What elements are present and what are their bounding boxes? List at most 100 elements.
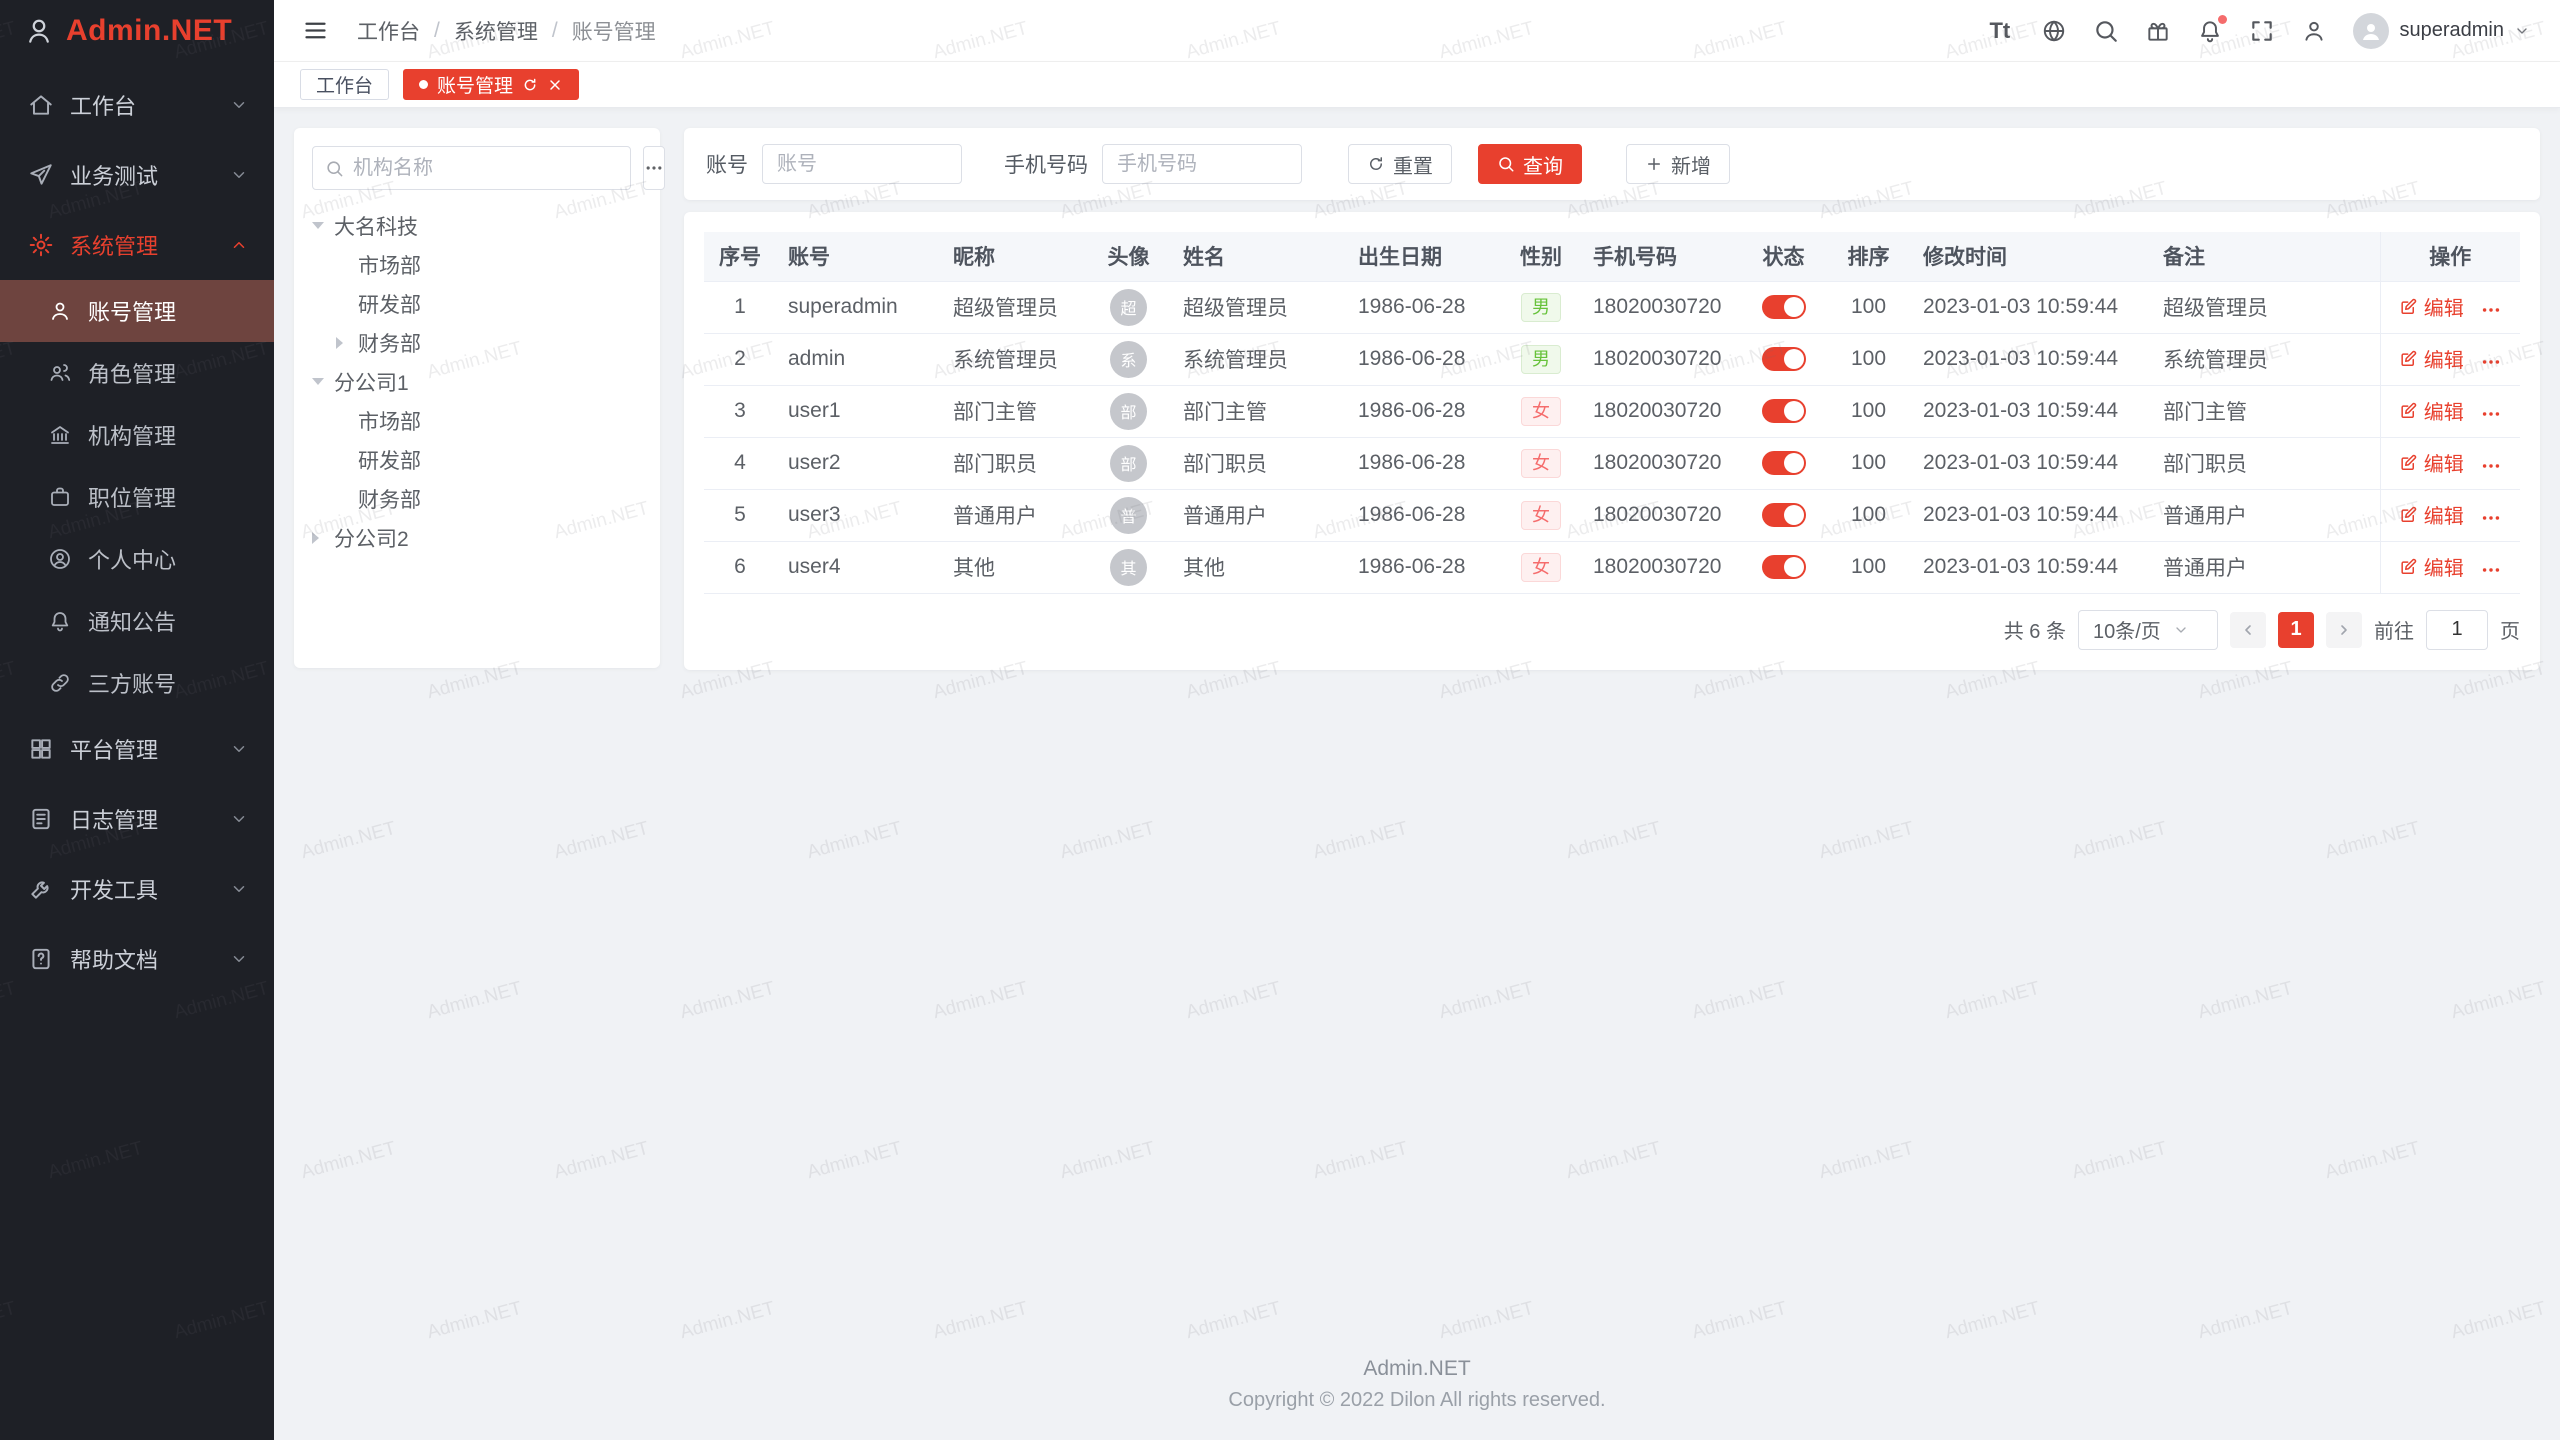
sidebar-item-account-mgmt[interactable]: 账号管理 bbox=[0, 280, 274, 342]
next-page-button[interactable] bbox=[2326, 612, 2362, 648]
account-label: 账号 bbox=[706, 149, 748, 179]
refresh-icon bbox=[1367, 155, 1385, 173]
row-more-button[interactable] bbox=[2480, 455, 2502, 477]
sidebar-item-label: 账号管理 bbox=[88, 295, 250, 327]
sidebar-item-log-mgmt[interactable]: 日志管理 bbox=[0, 784, 274, 854]
row-more-button[interactable] bbox=[2480, 507, 2502, 529]
tree-node[interactable]: 市场部 bbox=[312, 401, 642, 440]
cell-gender: 男 bbox=[1501, 333, 1581, 385]
status-toggle[interactable] bbox=[1762, 295, 1806, 319]
caret-collapsed-icon[interactable] bbox=[312, 532, 334, 544]
row-more-button[interactable] bbox=[2480, 559, 2502, 581]
row-more-button[interactable] bbox=[2480, 403, 2502, 425]
avatar: 系 bbox=[1110, 341, 1147, 378]
page-size-select[interactable]: 10条/页 bbox=[2078, 610, 2218, 650]
fullscreen-icon[interactable] bbox=[2249, 18, 2275, 44]
page-number-current[interactable]: 1 bbox=[2278, 612, 2314, 648]
tab-account-mgmt-active[interactable]: 账号管理 bbox=[403, 69, 579, 100]
close-icon[interactable] bbox=[547, 77, 563, 93]
reset-button[interactable]: 重置 bbox=[1348, 144, 1452, 184]
pagination-total: 共 6 条 bbox=[2004, 615, 2066, 644]
user-settings-icon[interactable] bbox=[2301, 18, 2327, 44]
edit-icon bbox=[2399, 557, 2418, 576]
tree-node[interactable]: 市场部 bbox=[312, 245, 642, 284]
tab-workbench[interactable]: 工作台 bbox=[300, 69, 389, 100]
user-menu[interactable]: superadmin bbox=[2353, 13, 2530, 49]
sidebar-item-dev-tools[interactable]: 开发工具 bbox=[0, 854, 274, 924]
edit-button[interactable]: 编辑 bbox=[2399, 396, 2464, 425]
tree-node[interactable]: 分公司2 bbox=[312, 518, 642, 557]
goto-page-input[interactable] bbox=[2426, 610, 2488, 650]
sidebar-item-profile-center[interactable]: 个人中心 bbox=[0, 528, 274, 590]
search-button[interactable]: 查询 bbox=[1478, 144, 1582, 184]
sidebar-item-platform-mgmt[interactable]: 平台管理 bbox=[0, 714, 274, 784]
cell-birthdate: 1986-06-28 bbox=[1346, 385, 1501, 437]
sidebar-item-third-party-account[interactable]: 三方账号 bbox=[0, 652, 274, 714]
sidebar-item-workbench[interactable]: 工作台 bbox=[0, 70, 274, 140]
tree-more-button[interactable] bbox=[643, 146, 665, 190]
cell-remark: 系统管理员 bbox=[2151, 333, 2380, 385]
cell-gender: 女 bbox=[1501, 489, 1581, 541]
caret-expanded-icon[interactable] bbox=[312, 378, 334, 385]
notification-bell-icon[interactable] bbox=[2197, 18, 2223, 44]
caret-expanded-icon[interactable] bbox=[312, 222, 334, 229]
edit-label: 编辑 bbox=[2424, 448, 2464, 477]
account-input[interactable] bbox=[762, 144, 962, 184]
home-icon bbox=[28, 92, 54, 118]
sidebar-item-org-mgmt[interactable]: 机构管理 bbox=[0, 404, 274, 466]
cell-account: user2 bbox=[776, 437, 941, 489]
org-search-input[interactable] bbox=[353, 157, 618, 180]
prev-page-button[interactable] bbox=[2230, 612, 2266, 648]
edit-button[interactable]: 编辑 bbox=[2399, 292, 2464, 321]
edit-button[interactable]: 编辑 bbox=[2399, 344, 2464, 373]
caret-collapsed-icon[interactable] bbox=[336, 337, 358, 349]
cell-modified: 2023-01-03 10:59:44 bbox=[1911, 333, 2151, 385]
row-more-button[interactable] bbox=[2480, 351, 2502, 373]
sidebar-item-notice[interactable]: 通知公告 bbox=[0, 590, 274, 652]
sidebar-item-role-mgmt[interactable]: 角色管理 bbox=[0, 342, 274, 404]
breadcrumb-item[interactable]: 工作台 bbox=[357, 16, 420, 46]
font-size-icon[interactable]: Tt bbox=[1989, 18, 2015, 44]
tree-node[interactable]: 研发部 bbox=[312, 284, 642, 323]
sidebar-item-help-docs[interactable]: 帮助文档 bbox=[0, 924, 274, 994]
plus-icon bbox=[1645, 155, 1663, 173]
status-toggle[interactable] bbox=[1762, 451, 1806, 475]
tree-node[interactable]: 财务部 bbox=[312, 323, 642, 362]
hamburger-menu-icon[interactable] bbox=[302, 17, 329, 44]
tree-node[interactable]: 分公司1 bbox=[312, 362, 642, 401]
globe-icon[interactable] bbox=[2041, 18, 2067, 44]
breadcrumb-item-current: 账号管理 bbox=[572, 16, 656, 46]
table-row: 6 user4 其他 其 其他 1986-06-28 女 18020030720 bbox=[704, 541, 2520, 593]
more-dots-icon bbox=[2480, 351, 2502, 373]
gender-tag: 女 bbox=[1521, 449, 1561, 478]
row-more-button[interactable] bbox=[2480, 299, 2502, 321]
status-toggle[interactable] bbox=[1762, 347, 1806, 371]
status-toggle[interactable] bbox=[1762, 555, 1806, 579]
add-button[interactable]: 新增 bbox=[1626, 144, 1730, 184]
status-toggle[interactable] bbox=[1762, 399, 1806, 423]
sidebar-item-business-test[interactable]: 业务测试 bbox=[0, 140, 274, 210]
paper-plane-icon bbox=[28, 162, 54, 188]
phone-input[interactable] bbox=[1102, 144, 1302, 184]
breadcrumb-item[interactable]: 系统管理 bbox=[454, 16, 538, 46]
edit-button[interactable]: 编辑 bbox=[2399, 552, 2464, 581]
sidebar-item-system-mgmt[interactable]: 系统管理 bbox=[0, 210, 274, 280]
sidebar-item-position-mgmt[interactable]: 职位管理 bbox=[0, 466, 274, 528]
cell-remark: 普通用户 bbox=[2151, 489, 2380, 541]
refresh-icon[interactable] bbox=[522, 77, 538, 93]
search-icon[interactable] bbox=[2093, 18, 2119, 44]
status-toggle[interactable] bbox=[1762, 503, 1806, 527]
gift-icon[interactable] bbox=[2145, 18, 2171, 44]
cell-order: 100 bbox=[1826, 541, 1911, 593]
table-row: 4 user2 部门职员 部 部门职员 1986-06-28 女 1802003… bbox=[704, 437, 2520, 489]
tree-node[interactable]: 财务部 bbox=[312, 479, 642, 518]
edit-button[interactable]: 编辑 bbox=[2399, 448, 2464, 477]
sidebar-item-label: 角色管理 bbox=[88, 357, 250, 389]
tree-node[interactable]: 研发部 bbox=[312, 440, 642, 479]
cell-status bbox=[1741, 385, 1826, 437]
tree-node[interactable]: 大名科技 bbox=[312, 206, 642, 245]
document-icon bbox=[28, 806, 54, 832]
tree-node-label: 市场部 bbox=[358, 406, 421, 436]
edit-button[interactable]: 编辑 bbox=[2399, 500, 2464, 529]
column-header: 修改时间 bbox=[1911, 232, 2151, 281]
